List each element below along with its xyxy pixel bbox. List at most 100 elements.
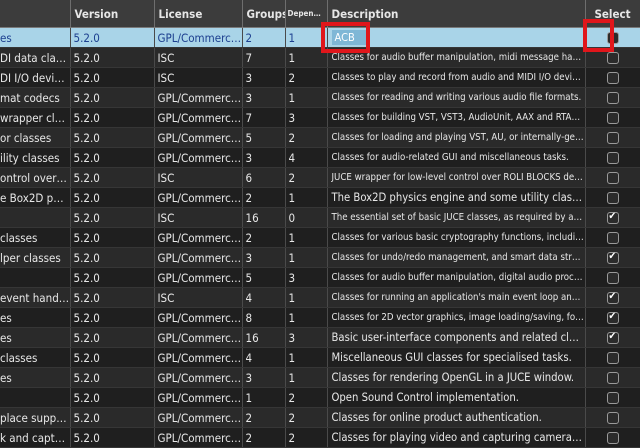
- select-checkbox[interactable]: [606, 352, 619, 364]
- description-cell[interactable]: Classes for various basic cryptography f…: [327, 227, 586, 248]
- select-cell: [585, 147, 640, 168]
- table-row[interactable]: es 5.2.0 GPL/Commercial 8 1 Classes for 2D ve…: [0, 307, 640, 328]
- description-cell[interactable]: Basic user-interface components and rela…: [327, 327, 586, 348]
- description-cell[interactable]: Classes for audio-related GUI and miscel…: [327, 147, 586, 168]
- select-checkbox[interactable]: [606, 251, 619, 264]
- table-header: Version License Groups Depen… Descriptio…: [0, 0, 640, 28]
- table-row[interactable]: classes 5.2.0 GPL/Commercial 2 1 Classes for …: [0, 227, 640, 248]
- table-row[interactable]: es 5.2.0 GPL/Commercial 16 3 Basic user-inter…: [0, 327, 640, 348]
- description-cell[interactable]: Classes for online product authenticatio…: [327, 407, 586, 428]
- license-cell: GPL/Commercial: [154, 147, 243, 168]
- table-row[interactable]: e Box2D p… 5.2.0 GPL/Commercial 2 1 The Box2D…: [0, 187, 640, 208]
- license-cell: GPL/Commercial: [154, 307, 243, 328]
- description-cell[interactable]: The Box2D physics engine and some utilit…: [327, 187, 586, 208]
- select-checkbox[interactable]: [606, 412, 619, 424]
- select-cell: [585, 187, 640, 208]
- dependencies-cell: 2: [285, 407, 328, 428]
- select-cell: [585, 287, 640, 308]
- version-cell: 5.2.0: [70, 227, 155, 248]
- description-cell[interactable]: Classes to play and record from audio an…: [327, 67, 586, 88]
- select-checkbox[interactable]: [606, 392, 619, 404]
- table-row[interactable]: k and captu… 5.2.0 GPL/Commercial 2 2 Classes…: [0, 427, 640, 448]
- module-name-cell: wrapper clas…: [0, 107, 71, 128]
- description-cell[interactable]: Classes for undo/redo management, and sm…: [327, 247, 586, 268]
- description-cell[interactable]: Classes for reading and writing various …: [327, 87, 586, 108]
- table-row[interactable]: or classes 5.2.0 GPL/Commercial 5 2 Classes f…: [0, 127, 640, 148]
- select-checkbox[interactable]: [606, 152, 619, 164]
- column-header-groups[interactable]: Groups: [242, 0, 286, 28]
- select-cell: [585, 407, 640, 428]
- table-row[interactable]: 5.2.0 GPL/Commercial 1 2 Open Sound Control …: [0, 387, 640, 408]
- groups-cell: 5: [242, 267, 286, 288]
- module-name-cell: k and captu…: [0, 427, 71, 448]
- groups-cell: 2: [242, 27, 286, 48]
- dependencies-cell: 1: [285, 287, 328, 308]
- table-row[interactable]: ility classes 5.2.0 GPL/Commercial 3 4 Classe…: [0, 147, 640, 168]
- version-cell: 5.2.0: [70, 107, 155, 128]
- select-checkbox[interactable]: [606, 331, 619, 344]
- description-cell[interactable]: The essential set of basic JUCE classes,…: [327, 207, 586, 228]
- select-checkbox[interactable]: [606, 432, 619, 444]
- table-row[interactable]: mat codecs 5.2.0 GPL/Commercial 3 1 Classes f…: [0, 87, 640, 108]
- table-row[interactable]: 5.2.0 GPL/Commercial 5 3 Classes for audio b…: [0, 267, 640, 288]
- select-checkbox[interactable]: [606, 291, 619, 304]
- select-checkbox[interactable]: [606, 211, 619, 224]
- column-header-license[interactable]: License: [154, 0, 243, 28]
- column-header-name[interactable]: [0, 0, 71, 28]
- select-checkbox[interactable]: [606, 52, 619, 64]
- dependencies-cell: 1: [285, 247, 328, 268]
- description-cell[interactable]: Classes for audio buffer manipulation, d…: [327, 267, 586, 288]
- select-checkbox[interactable]: [606, 112, 619, 124]
- version-cell: 5.2.0: [70, 247, 155, 268]
- column-header-version[interactable]: Version: [70, 0, 155, 28]
- groups-cell: 2: [242, 227, 286, 248]
- groups-cell: 7: [242, 47, 286, 68]
- table-row[interactable]: event handi… 5.2.0 ISC 4 1 Classes for runnin…: [0, 287, 640, 308]
- dependencies-cell: 1: [285, 87, 328, 108]
- module-name-cell: classes: [0, 347, 71, 368]
- description-cell[interactable]: Classes for 2D vector graphics, image lo…: [327, 307, 586, 328]
- dependencies-cell: 2: [285, 427, 328, 448]
- table-row[interactable]: 5.2.0 ISC 16 0 The essential set of basic JU…: [0, 207, 640, 228]
- version-cell: 5.2.0: [70, 347, 155, 368]
- dependencies-cell: 2: [285, 167, 328, 188]
- module-name-cell: event handi…: [0, 287, 71, 308]
- select-checkbox[interactable]: [606, 272, 619, 284]
- table-row[interactable]: es 5.2.0 GPL/Commercial 3 1 Classes for rende…: [0, 367, 640, 388]
- dependencies-cell: 3: [285, 327, 328, 348]
- description-cell[interactable]: JUCE wrapper for low-level control over …: [327, 167, 586, 188]
- select-checkbox[interactable]: [606, 232, 619, 244]
- select-cell: [585, 127, 640, 148]
- modules-table: Version License Groups Depen… Descriptio…: [0, 0, 640, 448]
- table-row[interactable]: DI data classes5.2.0ISC71Classes for aud…: [0, 47, 640, 68]
- license-cell: GPL/Commercial: [154, 87, 243, 108]
- table-row[interactable]: wrapper clas… 5.2.0 GPL/Commercial 7 3 Classe…: [0, 107, 640, 128]
- version-cell: 5.2.0: [70, 387, 155, 408]
- table-row[interactable]: lper classes 5.2.0 GPL/Commercial 3 1 Classes…: [0, 247, 640, 268]
- select-checkbox[interactable]: [606, 192, 619, 204]
- select-checkbox[interactable]: [606, 311, 619, 324]
- description-cell[interactable]: Open Sound Control implementation.: [327, 387, 586, 408]
- license-cell: GPL/Commercial: [154, 327, 243, 348]
- table-row[interactable]: DI I/O devic… 5.2.0 ISC 3 2 Classes to play a…: [0, 67, 640, 88]
- select-checkbox[interactable]: [606, 92, 619, 104]
- license-cell: GPL/Commercial: [154, 187, 243, 208]
- description-cell[interactable]: Miscellaneous GUI classes for specialise…: [327, 347, 586, 368]
- select-checkbox[interactable]: [606, 72, 619, 84]
- table-row[interactable]: place support 5.2.0 GPL/Commercial 2 2 Classe…: [0, 407, 640, 428]
- select-checkbox[interactable]: [606, 172, 619, 184]
- table-row[interactable]: ontrol over … 5.2.0 ISC 6 2 JUCE wrapper for …: [0, 167, 640, 188]
- select-cell: [585, 107, 640, 128]
- description-cell[interactable]: Classes for running an application's mai…: [327, 287, 586, 308]
- select-cell: [585, 167, 640, 188]
- table-row[interactable]: classes 5.2.0 GPL/Commercial 4 1 Miscellaneou…: [0, 347, 640, 368]
- description-cell[interactable]: Classes for loading and playing VST, AU,…: [327, 127, 586, 148]
- select-checkbox[interactable]: [606, 132, 619, 144]
- license-cell: GPL/Commercial: [154, 347, 243, 368]
- description-cell[interactable]: Classes for building VST, VST3, AudioUni…: [327, 107, 586, 128]
- description-cell[interactable]: Classes for rendering OpenGL in a JUCE w…: [327, 367, 586, 388]
- table-row[interactable]: es 5.2.0 GPL/Commercial 2 1 ACB: [0, 27, 640, 48]
- description-cell[interactable]: Classes for playing video and capturing …: [327, 427, 586, 448]
- select-checkbox[interactable]: [606, 372, 619, 384]
- license-cell: GPL/Commercial: [154, 367, 243, 388]
